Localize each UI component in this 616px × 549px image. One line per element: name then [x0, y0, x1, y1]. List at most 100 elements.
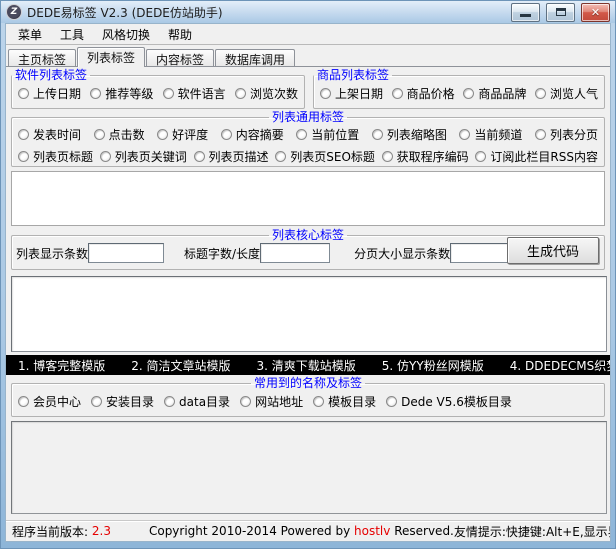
radio-icon [463, 88, 474, 99]
radio-icon [320, 88, 331, 99]
list-count-input[interactable] [88, 243, 164, 263]
radio-icon [386, 396, 397, 407]
radio-icon [392, 88, 403, 99]
generate-code-button[interactable]: 生成代码 [507, 237, 599, 264]
version-label: 程序当前版本: [12, 523, 88, 540]
list-count-label: 列表显示条数 [16, 245, 88, 262]
maximize-button[interactable] [546, 3, 575, 22]
radio-label: 上传日期 [33, 85, 81, 102]
radio-subscribe-rss[interactable]: 订阅此栏目RSS内容 [475, 148, 598, 165]
radio-label: 列表页描述 [209, 148, 269, 165]
radio-icon [382, 151, 393, 162]
radio-label: 当前频道 [474, 126, 522, 143]
radio-label: 订阅此栏目RSS内容 [490, 148, 598, 165]
radio-template-dir[interactable]: 模板目录 [313, 393, 376, 410]
radio-listpage-title[interactable]: 列表页标题 [18, 148, 93, 165]
radio-shelf-date[interactable]: 上架日期 [320, 85, 383, 102]
radio-get-program-encoding[interactable]: 获取程序编码 [382, 148, 469, 165]
title-length-input[interactable] [260, 243, 330, 263]
radio-icon [94, 129, 105, 140]
core-list-tags-group: 列表核心标签 列表显示条数 标题字数/长度 分页大小显示条数 生成代码 [11, 229, 605, 270]
radio-current-position[interactable]: 当前位置 [296, 126, 359, 143]
radio-list-thumbnail[interactable]: 列表缩略图 [372, 126, 447, 143]
radio-current-channel[interactable]: 当前频道 [459, 126, 522, 143]
menu-item-style-switch[interactable]: 风格切换 [94, 24, 158, 45]
radio-upload-date[interactable]: 上传日期 [18, 85, 81, 102]
names-group-title: 常用到的名称及标签 [251, 377, 365, 389]
template-item-yy-fans[interactable]: 5. 仿YY粉丝网模版 [382, 357, 484, 374]
radio-recommend-level[interactable]: 推荐等级 [90, 85, 153, 102]
radio-icon [164, 396, 175, 407]
minimize-button[interactable] [511, 3, 540, 22]
radio-icon [240, 396, 251, 407]
menu-item-help[interactable]: 帮助 [160, 24, 200, 45]
generated-code-output[interactable] [11, 276, 607, 352]
radio-product-price[interactable]: 商品价格 [392, 85, 455, 102]
preview-panel [11, 171, 605, 226]
client-area: 菜单 工具 风格切换 帮助 主页标签 列表标签 内容标签 数据库调用 软件列表标… [5, 23, 611, 542]
title-bar: Z DEDE易标签 V2.3 (DEDE仿站助手) ✕ [1, 1, 615, 23]
template-item-article[interactable]: 2. 简洁文章站模版 [131, 357, 230, 374]
radio-icon [100, 151, 111, 162]
common-list-tags-group: 列表通用标签 发表时间 点击数 好评度 内容摘要 当前位置 列表缩略图 当前频道… [11, 111, 605, 167]
tab-list-tags[interactable]: 列表标签 [77, 47, 145, 67]
radio-label: 当前位置 [311, 126, 359, 143]
common-group-row1: 发表时间 点击数 好评度 内容摘要 当前位置 列表缩略图 当前频道 列表分页 [12, 123, 604, 145]
minimize-icon [520, 14, 531, 17]
common-names-group: 常用到的名称及标签 会员中心 安装目录 data目录 网站地址 模板目录 Ded… [11, 377, 605, 417]
common-group-title: 列表通用标签 [269, 111, 347, 123]
radio-label: 推荐等级 [105, 85, 153, 102]
radio-click-count[interactable]: 点击数 [94, 126, 145, 143]
radio-label: 好评度 [172, 126, 208, 143]
radio-product-brand[interactable]: 商品品牌 [463, 85, 526, 102]
radio-site-url[interactable]: 网站地址 [240, 393, 303, 410]
close-button[interactable]: ✕ [581, 3, 610, 22]
radio-icon [535, 129, 546, 140]
radio-list-pagination[interactable]: 列表分页 [535, 126, 598, 143]
radio-listpage-keywords[interactable]: 列表页关键词 [100, 148, 187, 165]
radio-data-dir[interactable]: data目录 [164, 393, 230, 410]
version-value: 2.3 [92, 524, 111, 538]
radio-listpage-seo-title[interactable]: 列表页SEO标题 [275, 148, 375, 165]
tab-database-call[interactable]: 数据库调用 [215, 49, 295, 66]
radio-install-dir[interactable]: 安装目录 [91, 393, 154, 410]
radio-icon [235, 88, 246, 99]
radio-icon [91, 396, 102, 407]
radio-view-count[interactable]: 浏览次数 [235, 85, 298, 102]
radio-listpage-description[interactable]: 列表页描述 [194, 148, 269, 165]
maximize-icon [556, 8, 566, 16]
radio-label: 浏览人气 [550, 85, 598, 102]
radio-icon [18, 88, 29, 99]
software-group-options: 上传日期 推荐等级 软件语言 浏览次数 [12, 81, 304, 105]
product-list-tags-group: 商品列表标签 上架日期 商品价格 商品品牌 浏览人气 [313, 69, 605, 109]
status-bar: 程序当前版本: 2.3 Copyright 2010-2014 Powered … [6, 520, 610, 541]
top-group-row: 软件列表标签 上传日期 推荐等级 软件语言 浏览次数 商品列表标签 上架日期 商… [11, 69, 605, 109]
menu-item-main[interactable]: 菜单 [10, 24, 50, 45]
radio-rating[interactable]: 好评度 [157, 126, 208, 143]
radio-publish-time[interactable]: 发表时间 [18, 126, 81, 143]
copyright-suffix: Reserved. [394, 524, 454, 538]
radio-member-center[interactable]: 会员中心 [18, 393, 81, 410]
template-item-download[interactable]: 3. 清爽下载站模版 [257, 357, 356, 374]
template-item-blog[interactable]: 1. 博客完整模版 [18, 357, 105, 374]
names-output-panel[interactable] [11, 421, 607, 514]
template-item-dedecms[interactable]: 4. DDEDECMS织梦站长 [510, 357, 611, 374]
radio-content-summary[interactable]: 内容摘要 [221, 126, 284, 143]
radio-label: 网站地址 [255, 393, 303, 410]
tab-content-tags[interactable]: 内容标签 [146, 49, 214, 66]
radio-label: 获取程序编码 [397, 148, 469, 165]
radio-label: 浏览次数 [250, 85, 298, 102]
page-size-label: 分页大小显示条数 [354, 245, 450, 262]
title-length-label: 标题字数/长度 [184, 245, 260, 262]
menu-item-tools[interactable]: 工具 [52, 24, 92, 45]
tab-home-tags[interactable]: 主页标签 [8, 49, 76, 66]
radio-label: 商品价格 [407, 85, 455, 102]
radio-dede56-template-dir[interactable]: Dede V5.6模板目录 [386, 393, 512, 410]
software-list-tags-group: 软件列表标签 上传日期 推荐等级 软件语言 浏览次数 [11, 69, 305, 109]
radio-label: 列表缩略图 [387, 126, 447, 143]
radio-label: 列表页SEO标题 [290, 148, 375, 165]
radio-software-language[interactable]: 软件语言 [163, 85, 226, 102]
radio-view-popularity[interactable]: 浏览人气 [535, 85, 598, 102]
app-window: Z DEDE易标签 V2.3 (DEDE仿站助手) ✕ 菜单 工具 风格切换 帮… [0, 0, 616, 549]
radio-icon [18, 151, 29, 162]
